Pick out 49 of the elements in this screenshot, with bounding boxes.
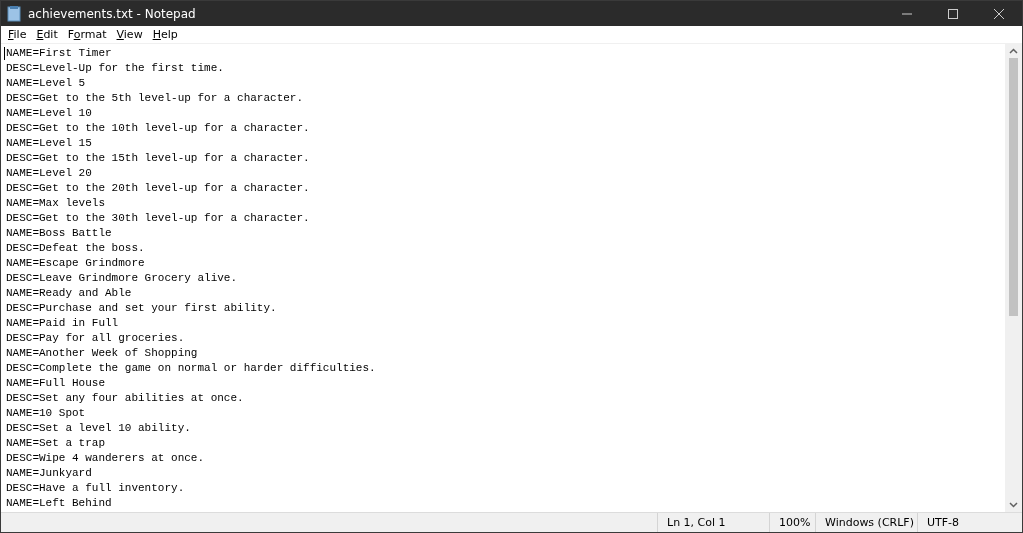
scrollbar-thumb[interactable]: [1009, 58, 1018, 316]
text-line: NAME=Another Week of Shopping: [6, 346, 198, 361]
text-cursor: [4, 47, 5, 60]
text-line: DESC=Level-Up for the first time.: [6, 61, 224, 76]
menu-item[interactable]: Format: [62, 28, 112, 41]
text-line: NAME=Left Behind: [6, 496, 112, 511]
text-line: DESC=Get to the 10th level-up for a character.: [6, 121, 310, 136]
menu-item[interactable]: View: [111, 28, 148, 41]
text-line: DESC=Set any four abilities at once.: [6, 391, 244, 406]
text-line: NAME=Level 15: [6, 136, 92, 151]
text-line: NAME=Junkyard: [6, 466, 92, 481]
text-line: DESC=Defeat the boss.: [6, 241, 145, 256]
text-line: DESC=Get to the 30th level-up for a character.: [6, 211, 310, 226]
text-line: NAME=10 Spot: [6, 406, 86, 421]
text-line: DESC=Wipe 4 wanderers at once.: [6, 451, 205, 466]
text-line: NAME=Paid in Full: [6, 316, 119, 331]
text-line: DESC=Get to the 20th level-up for a character.: [6, 181, 310, 196]
status-cell: Windows (CRLF): [815, 513, 917, 532]
close-icon: [994, 8, 1004, 19]
text-line: NAME=First Timer: [6, 46, 112, 61]
status-cell: 100%: [769, 513, 815, 532]
text-line: DESC=Have a full inventory.: [6, 481, 185, 496]
text-line: NAME=Escape Grindmore: [6, 256, 145, 271]
text-line: DESC=Set a level 10 ability.: [6, 421, 191, 436]
status-cell: Ln 1, Col 1: [657, 513, 769, 532]
text-line: NAME=Level 10: [6, 106, 92, 121]
text-line: NAME=Level 20: [6, 166, 92, 181]
text-line: DESC=Complete the game on normal or harder difficulties.: [6, 361, 376, 376]
text-line: DESC=Pay for all groceries.: [6, 331, 185, 346]
text-line: NAME=Boss Battle: [6, 226, 112, 241]
text-line: NAME=Level 5: [6, 76, 86, 91]
text-line: NAME=Set a trap: [6, 436, 106, 451]
text-line: DESC=Get to the 5th level-up for a character.: [6, 91, 304, 106]
notepad-icon: [7, 5, 21, 22]
text-line: NAME=Full House: [6, 376, 106, 391]
text-line: DESC=Purchase and set your first ability.: [6, 301, 277, 316]
vertical-scrollbar[interactable]: [1005, 44, 1022, 512]
maximize-icon: [948, 8, 958, 19]
text-line: NAME=Max levels: [6, 196, 106, 211]
menu-item[interactable]: Edit: [31, 28, 63, 41]
text-line: DESC=Leave Grindmore Grocery alive.: [6, 271, 238, 286]
text-line: DESC=Get to the 15th level-up for a character.: [6, 151, 310, 166]
scroll-down-icon[interactable]: [1009, 502, 1018, 508]
text-line: NAME=Ready and Able: [6, 286, 132, 301]
menu-item[interactable]: File: [3, 28, 32, 41]
menu-item[interactable]: Help: [147, 28, 183, 41]
status-cell: UTF-8: [917, 513, 1005, 532]
scroll-up-icon[interactable]: [1009, 48, 1018, 54]
window-title: achievements.txt - Notepad: [28, 6, 197, 21]
